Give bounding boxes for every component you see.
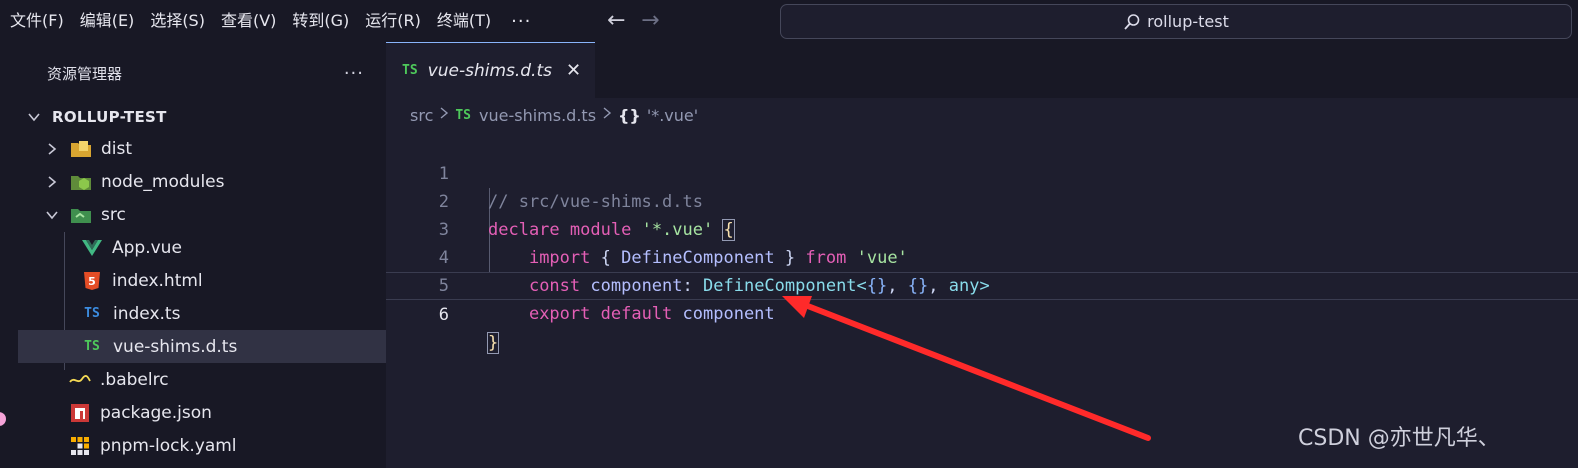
tree-item-label: dist	[101, 138, 133, 159]
ts-icon: TS	[84, 306, 100, 321]
code-keyword: default	[600, 304, 673, 324]
editor-area: TS vue-shims.d.ts ✕ src TS vue-shims.d.t…	[386, 42, 1578, 468]
tree-item-vue-shims[interactable]: TS vue-shims.d.ts	[18, 330, 449, 363]
tree-item-src[interactable]: src	[18, 198, 412, 231]
notification-dot	[0, 412, 6, 426]
html5-icon: 5	[81, 271, 103, 291]
ts-icon: TS	[402, 63, 418, 78]
pnpm-icon	[69, 436, 91, 456]
tree-item-label: pnpm-lock.yaml	[100, 435, 237, 456]
tree-item-node-modules[interactable]: node_modules	[18, 165, 412, 198]
code-line-current: 6 }	[386, 272, 1578, 354]
chevron-down-icon	[44, 208, 60, 222]
menu-bar: 文件(F) 编辑(E) 选择(S) 查看(V) 转到(G) 运行(R) 终端(T…	[0, 0, 543, 42]
tree-root-rollup-test[interactable]: ROLLUP-TEST	[18, 100, 394, 133]
watermark: CSDN @亦世凡华、	[1298, 426, 1500, 451]
menu-terminal[interactable]: 终端(T)	[429, 0, 499, 42]
tree-item-label: .babelrc	[100, 369, 169, 390]
tree-item-index-html[interactable]: 5 index.html	[18, 264, 449, 297]
code-line: 1 // src/vue-shims.d.ts	[386, 132, 1578, 212]
tree-item-babelrc[interactable]: .babelrc	[18, 363, 437, 396]
npm-icon	[69, 403, 91, 423]
ts-icon: TS	[455, 107, 472, 123]
breadcrumb: src TS vue-shims.d.ts {} '*.vue'	[386, 98, 1578, 132]
code-keyword: export	[528, 304, 591, 324]
folder-dist-icon	[70, 139, 92, 159]
code-line: 2 declare module '*.vue' {	[386, 160, 1578, 241]
chevron-right-icon	[439, 107, 449, 123]
forward-arrow-icon[interactable]: →	[633, 0, 667, 42]
babel-icon	[69, 370, 91, 390]
tree-item-label: index.html	[112, 270, 203, 291]
tree-item-pnpm-lock[interactable]: pnpm-lock.yaml	[18, 429, 437, 462]
chevron-down-icon	[26, 110, 42, 124]
menu-view[interactable]: 查看(V)	[213, 0, 284, 42]
tree-root-label: ROLLUP-TEST	[52, 107, 167, 126]
ts-icon: TS	[84, 339, 100, 354]
tree-item-app-vue[interactable]: App.vue	[18, 231, 449, 264]
tab-label: vue-shims.d.ts	[427, 60, 552, 81]
code-brace: }	[486, 332, 500, 354]
activity-bar	[0, 42, 18, 468]
tree-item-label: App.vue	[112, 237, 182, 258]
tree-item-label: src	[101, 204, 126, 225]
tree-item-label: vue-shims.d.ts	[113, 336, 238, 357]
breadcrumb-folder[interactable]: src	[410, 106, 433, 125]
menu-go[interactable]: 转到(G)	[284, 0, 357, 42]
tree-item-dist[interactable]: dist	[18, 132, 412, 165]
menu-run[interactable]: 运行(R)	[357, 0, 429, 42]
menu-selection[interactable]: 选择(S)	[142, 0, 213, 42]
code-line: 4 const component: DefineComponent<{}, {…	[386, 216, 1578, 296]
explorer-header: 资源管理器 ···	[18, 42, 386, 104]
tab-vue-shims[interactable]: TS vue-shims.d.ts ✕	[386, 42, 595, 98]
folder-node-icon	[70, 172, 92, 192]
code-line: 5 export default component	[386, 244, 1578, 324]
tree-item-index-ts[interactable]: TS index.ts	[18, 297, 449, 330]
line-number: 6	[438, 305, 449, 325]
back-arrow-icon[interactable]: ←	[599, 0, 633, 42]
command-center-search[interactable]: rollup-test	[780, 4, 1572, 39]
module-braces-icon: {}	[618, 105, 641, 125]
vue-icon	[81, 238, 103, 258]
tab-bar: TS vue-shims.d.ts ✕	[386, 42, 1578, 98]
code-identifier: component	[682, 304, 775, 324]
tree-item-label: package.json	[100, 402, 212, 423]
close-icon[interactable]: ✕	[566, 60, 581, 81]
search-icon	[1124, 13, 1140, 30]
menu-more-button[interactable]: ···	[499, 11, 543, 32]
tree-item-label: index.ts	[113, 303, 181, 324]
chevron-right-icon	[44, 175, 60, 189]
tree-item-package-json[interactable]: package.json	[18, 396, 437, 429]
menu-edit[interactable]: 编辑(E)	[72, 0, 143, 42]
breadcrumb-file[interactable]: vue-shims.d.ts	[479, 106, 596, 125]
code-line: 3 import { DefineComponent } from 'vue'	[386, 188, 1578, 268]
folder-src-icon	[70, 205, 92, 225]
explorer-title: 资源管理器	[47, 64, 123, 83]
tree-item-label: node_modules	[101, 171, 225, 192]
explorer-sidebar: 资源管理器 ··· ROLLUP-TEST dist node_modules	[18, 42, 449, 468]
search-text: rollup-test	[1147, 12, 1229, 31]
title-bar: 文件(F) 编辑(E) 选择(S) 查看(V) 转到(G) 运行(R) 终端(T…	[0, 0, 1578, 42]
chevron-right-icon	[602, 107, 612, 123]
breadcrumb-symbol[interactable]: '*.vue'	[647, 106, 698, 125]
menu-file[interactable]: 文件(F)	[2, 0, 72, 42]
svg-text:5: 5	[88, 275, 96, 288]
chevron-right-icon	[44, 142, 60, 156]
explorer-more-button[interactable]: ···	[344, 63, 364, 84]
